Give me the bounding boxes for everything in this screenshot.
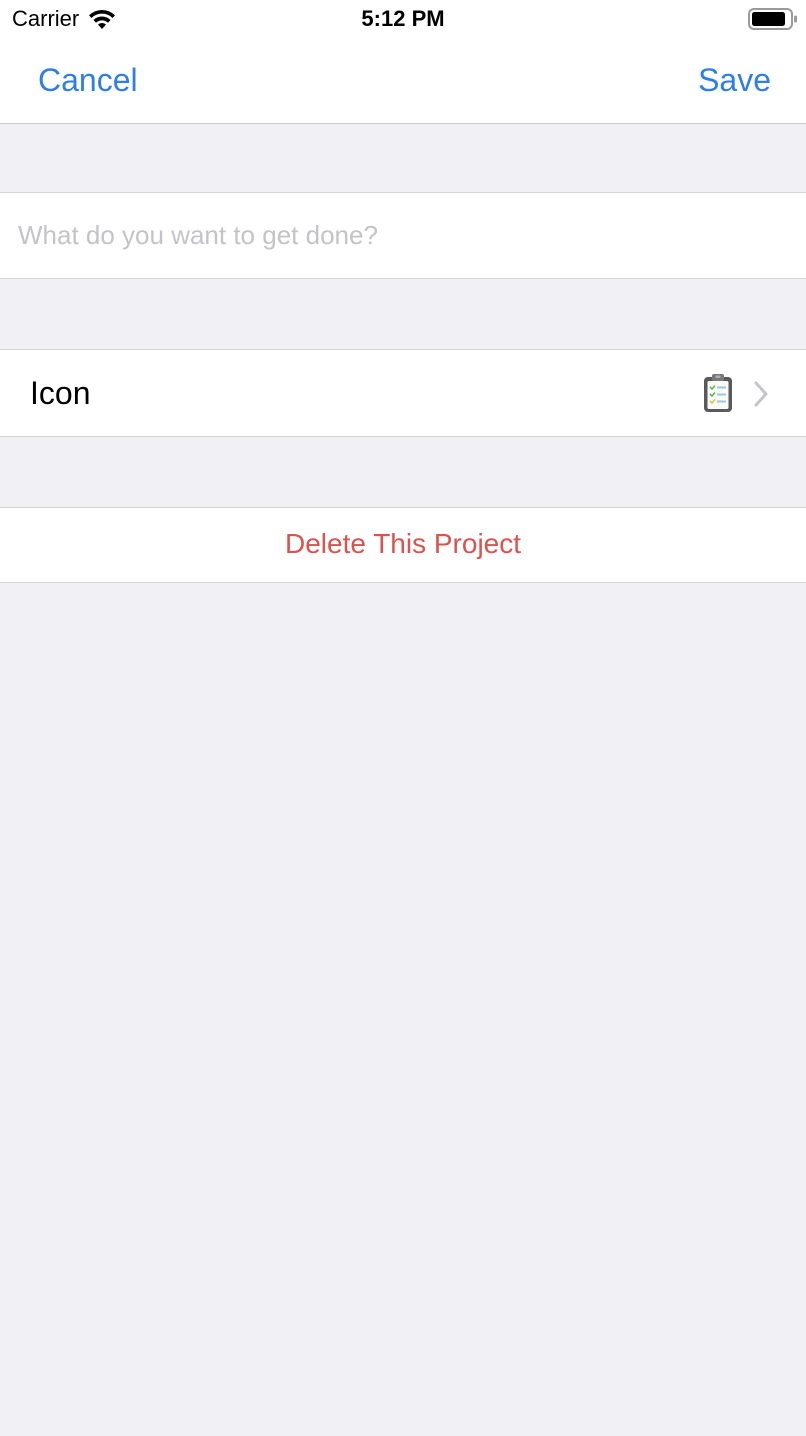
save-button[interactable]: Save: [698, 62, 771, 99]
status-bar: Carrier 5:12 PM: [0, 0, 806, 40]
icon-row-label: Icon: [30, 375, 91, 411]
clipboard-checklist-icon: [704, 374, 732, 412]
status-time: 5:12 PM: [361, 6, 445, 31]
cancel-button[interactable]: Cancel: [38, 62, 138, 99]
delete-project-row[interactable]: Delete This Project: [0, 507, 806, 583]
chevron-right-icon: [754, 381, 768, 407]
title-cell: [0, 192, 806, 279]
battery-icon: [748, 8, 797, 30]
project-title-input[interactable]: [18, 193, 788, 278]
delete-project-button[interactable]: Delete This Project: [0, 528, 806, 560]
navigation-bar: Cancel Save: [0, 40, 806, 124]
icon-row[interactable]: Icon: [0, 349, 806, 437]
